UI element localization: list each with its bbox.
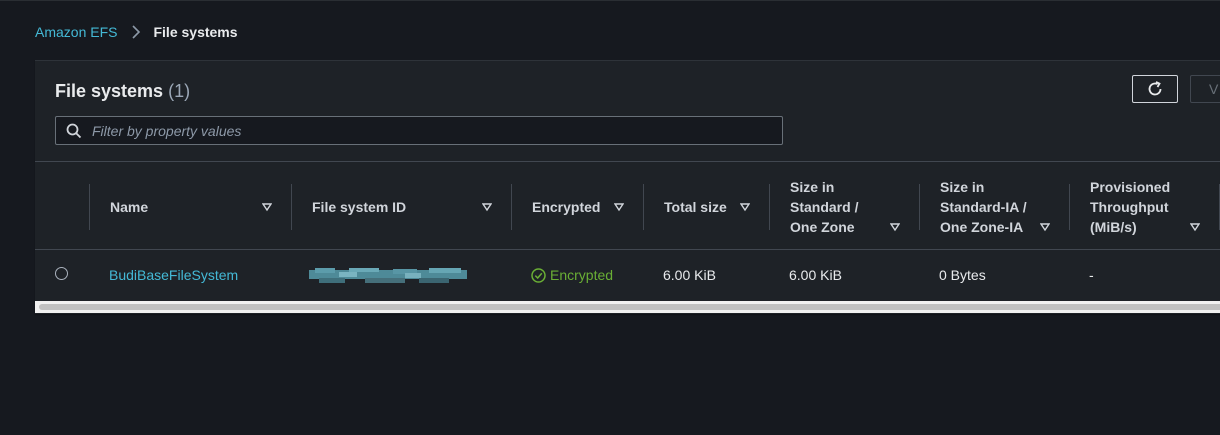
column-header-label-line: Provisioned [1090, 179, 1171, 195]
search-icon [66, 123, 82, 138]
column-divider[interactable] [1069, 184, 1070, 230]
caret-down-icon [1040, 223, 1050, 232]
total-size-value: 6.00 KiB [663, 267, 716, 283]
column-header-label: Total size [664, 199, 727, 215]
column-header-label-line: Size in [940, 179, 985, 195]
panel-title: File systems (1) [55, 81, 190, 102]
column-divider[interactable] [919, 184, 920, 230]
column-divider[interactable] [89, 184, 90, 230]
table-header: Name File system ID Encrypted Total size… [35, 161, 1220, 250]
column-divider[interactable] [643, 184, 644, 230]
refresh-button[interactable] [1132, 75, 1178, 103]
column-header-label-line: One Zone-IA [940, 219, 1024, 235]
page: Amazon EFS File systems File systems (1)… [0, 0, 1220, 435]
caret-down-icon [262, 203, 272, 212]
column-header-label-line: Size in [790, 179, 835, 195]
breadcrumb-current: File systems [153, 24, 238, 40]
row-select-radio[interactable] [55, 267, 68, 280]
breadcrumb-link-amazon-efs[interactable]: Amazon EFS [35, 24, 117, 40]
scrollbar-thumb[interactable] [39, 304, 1220, 310]
caret-down-icon [482, 203, 492, 212]
column-divider[interactable] [511, 184, 512, 230]
check-circle-icon [531, 267, 546, 283]
column-divider[interactable] [769, 184, 770, 230]
panel-title-count: (1) [168, 81, 191, 101]
column-header-label-line: (MiB/s) [1090, 219, 1137, 235]
column-header-size-standard[interactable]: Size in Standard / One Zone [790, 176, 910, 238]
view-details-button[interactable]: V [1190, 75, 1220, 103]
size-ia-value: 0 Bytes [939, 267, 986, 283]
caret-down-icon [890, 223, 900, 232]
column-header-label-line: One Zone [790, 219, 855, 235]
encrypted-status: Encrypted [531, 250, 613, 300]
caret-down-icon [1190, 223, 1200, 232]
redacted-file-system-id [309, 268, 467, 283]
refresh-icon [1148, 81, 1162, 96]
search-input[interactable] [90, 121, 774, 140]
breadcrumb: Amazon EFS File systems [35, 24, 238, 40]
column-header-label-line: Standard / [790, 199, 859, 215]
column-header-size-ia[interactable]: Size in Standard-IA / One Zone-IA [940, 176, 1060, 238]
column-header-total-size[interactable]: Total size [664, 184, 774, 230]
column-header-label-line: Standard-IA / [940, 199, 1027, 215]
column-header-label: File system ID [312, 199, 407, 215]
chevron-right-icon [132, 25, 141, 39]
column-header-file-system-id[interactable]: File system ID [312, 184, 492, 230]
column-header-provisioned-throughput[interactable]: Provisioned Throughput (MiB/s) [1090, 176, 1210, 238]
search-field[interactable] [55, 116, 783, 145]
file-system-name-link[interactable]: BudiBaseFileSystem [109, 267, 238, 283]
caret-down-icon [740, 203, 750, 212]
encrypted-status-label: Encrypted [550, 267, 614, 283]
column-header-label: Encrypted [532, 199, 601, 215]
file-systems-panel: File systems (1) V Name [35, 60, 1220, 314]
size-standard-value: 6.00 KiB [789, 267, 842, 283]
caret-down-icon [614, 203, 624, 212]
table-row: BudiBaseFileSystem Encrypted 6.00 KiB 6.… [35, 250, 1220, 300]
column-header-encrypted[interactable]: Encrypted [532, 184, 642, 230]
column-divider[interactable] [291, 184, 292, 230]
column-header-name[interactable]: Name [110, 184, 272, 230]
horizontal-scrollbar[interactable] [35, 301, 1220, 313]
throughput-value: - [1089, 267, 1094, 283]
column-header-label-line: Throughput [1090, 199, 1169, 215]
column-header-label: Name [110, 199, 149, 215]
panel-title-text: File systems [55, 81, 164, 101]
